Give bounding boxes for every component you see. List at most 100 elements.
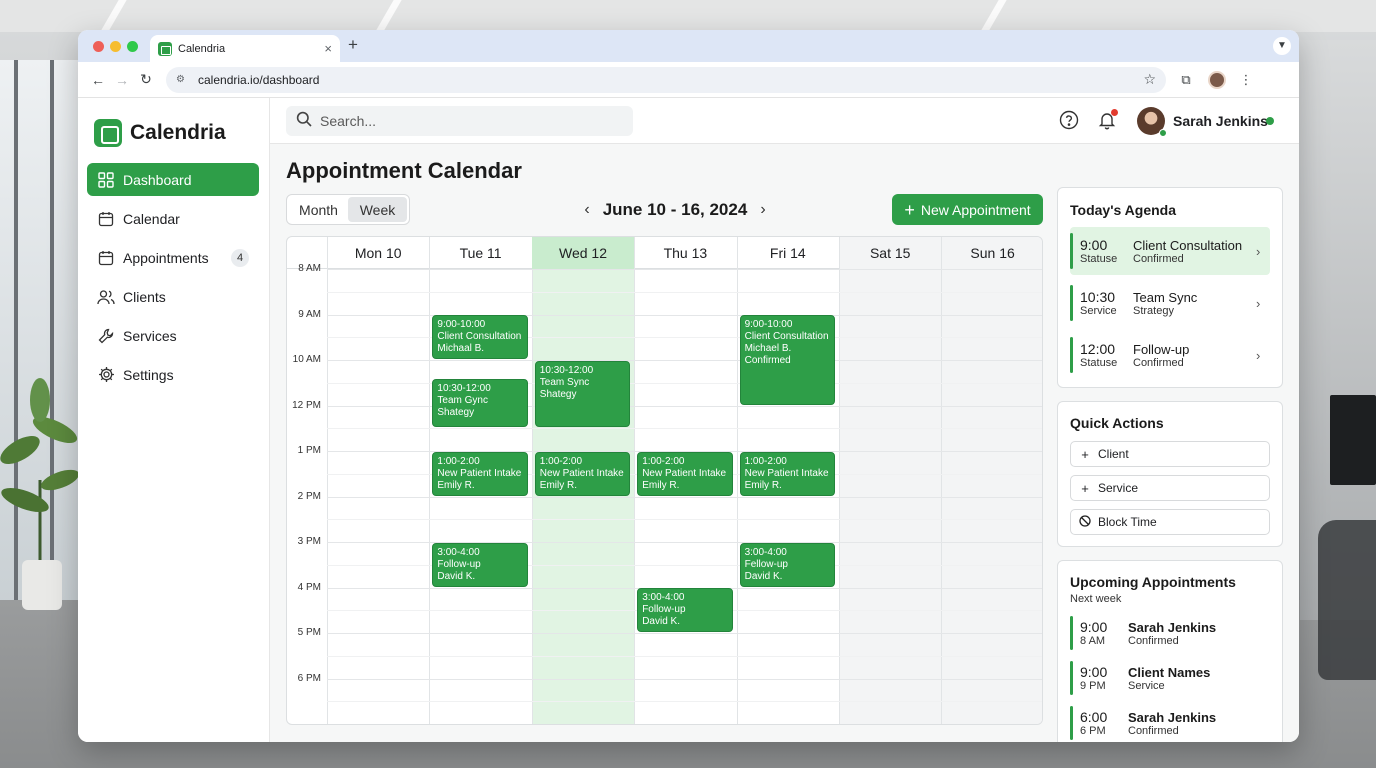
appointment-event[interactable]: 3:00-4:00 Follow-up David K. bbox=[637, 588, 733, 632]
back-arrow-icon[interactable]: ← bbox=[86, 72, 110, 88]
more-menu-icon[interactable]: ⋮ bbox=[1232, 72, 1260, 88]
site-settings-icon[interactable]: ⚙ bbox=[176, 74, 190, 85]
month-view-button[interactable]: Month bbox=[289, 197, 348, 222]
add-client-button[interactable]: + Client bbox=[1070, 441, 1270, 467]
sidebar-item-services[interactable]: Services bbox=[87, 319, 259, 352]
agenda-time: 9:00 bbox=[1080, 237, 1108, 253]
bookmark-star-icon[interactable]: ☆ bbox=[1143, 71, 1156, 88]
hour-gridline bbox=[327, 678, 1042, 680]
day-header[interactable]: Sun 16 bbox=[941, 237, 1042, 269]
event-text: New Patient Intake bbox=[642, 467, 727, 479]
background-monitor bbox=[1330, 395, 1376, 485]
panel-title: Quick Actions bbox=[1070, 415, 1164, 431]
event-text: 10:30-12:00 bbox=[539, 364, 594, 376]
day-column[interactable] bbox=[941, 237, 1042, 724]
new-appointment-button[interactable]: + New Appointment bbox=[892, 194, 1043, 225]
user-name[interactable]: Sarah Jenkins bbox=[1173, 113, 1268, 129]
chevron-right-icon: › bbox=[1256, 295, 1261, 311]
help-icon[interactable] bbox=[1059, 110, 1081, 132]
add-service-button[interactable]: + Service bbox=[1070, 475, 1270, 501]
week-view-button[interactable]: Week bbox=[348, 197, 407, 222]
browser-tab[interactable]: Calendria × bbox=[150, 35, 340, 62]
upcoming-name: Client Names bbox=[1128, 664, 1211, 680]
agenda-title: Team Sync bbox=[1133, 289, 1198, 305]
background-ceiling bbox=[0, 0, 1376, 32]
search-input[interactable] bbox=[320, 113, 620, 129]
day-column[interactable] bbox=[839, 237, 942, 724]
sidebar-item-calendar[interactable]: Calendar bbox=[87, 202, 259, 235]
upcoming-accent-bar bbox=[1070, 616, 1073, 650]
appointment-event[interactable]: 1:00-2:00 New Patient Intake Emily R. bbox=[534, 451, 631, 496]
sidebar-item-dashboard[interactable]: Dashboard bbox=[87, 163, 259, 196]
agenda-item[interactable]: 12:00 Statuse Follow-up Confirmed › bbox=[1070, 331, 1270, 379]
event-text: 3:00-4:00 bbox=[642, 592, 685, 603]
close-tab-icon[interactable]: × bbox=[324, 41, 332, 56]
close-window-button[interactable] bbox=[93, 41, 104, 52]
reload-icon[interactable]: ↻ bbox=[134, 71, 158, 88]
upcoming-item[interactable]: 6:00 6 PM Sarah Jenkins Confirmed bbox=[1070, 703, 1270, 742]
agenda-item[interactable]: 9:00 Statuse Client Consultation Confirmed… bbox=[1070, 227, 1270, 275]
event-text: Emily R. bbox=[642, 479, 680, 491]
chevron-down-icon[interactable]: ▼ bbox=[1273, 37, 1291, 55]
appointment-event[interactable]: 1:00-2:00 New Patient Intake Emily R. bbox=[637, 451, 733, 496]
appointment-event[interactable]: 3:00-4:00 Follow-up David K. bbox=[432, 542, 528, 587]
sidebar-item-label: Clients bbox=[123, 288, 166, 305]
sidebar-item-settings[interactable]: Settings bbox=[87, 358, 259, 391]
day-column[interactable] bbox=[327, 237, 429, 724]
week-navigator: ‹ June 10 - 16, 2024 › bbox=[580, 198, 770, 222]
appointment-event[interactable]: 1:00-2:00 New Patient Intake Emily R. bbox=[432, 451, 528, 496]
block-time-button[interactable]: Block Time bbox=[1070, 509, 1270, 535]
event-text: David K. bbox=[744, 570, 783, 582]
appointments-count-badge: 4 bbox=[231, 248, 249, 267]
sidebar-item-label: Settings bbox=[123, 366, 174, 383]
forward-arrow-icon[interactable]: → bbox=[110, 72, 134, 88]
browser-profile-avatar[interactable] bbox=[1208, 70, 1226, 89]
appointment-event[interactable]: 1:00-2:00 New Patient Intake Emily R. bbox=[739, 451, 835, 496]
day-header[interactable]: Sat 15 bbox=[839, 237, 941, 269]
app-logo[interactable]: Calendria bbox=[78, 98, 269, 154]
sidebar-item-clients[interactable]: Clients bbox=[87, 280, 259, 313]
next-week-icon[interactable]: › bbox=[756, 201, 770, 219]
week-range-label: June 10 - 16, 2024 bbox=[602, 200, 748, 219]
upcoming-accent-bar bbox=[1070, 706, 1073, 740]
online-status-dot bbox=[1266, 117, 1274, 125]
upcoming-name: Sarah Jenkins bbox=[1128, 709, 1217, 725]
appointment-event[interactable]: 9:00-10:00 Client Consultation Michael B. C… bbox=[739, 315, 835, 405]
previous-week-icon[interactable]: ‹ bbox=[580, 201, 594, 219]
upcoming-status: Service bbox=[1128, 679, 1165, 692]
minimize-window-button[interactable] bbox=[110, 41, 121, 52]
tab-title: Calendria bbox=[178, 42, 226, 55]
hour-gridline bbox=[327, 269, 1042, 270]
day-header[interactable]: Thu 13 bbox=[634, 237, 736, 269]
new-tab-button[interactable]: + bbox=[348, 35, 358, 55]
upcoming-item[interactable]: 9:00 9 PM Client Names Service bbox=[1070, 658, 1270, 698]
appointment-event[interactable]: 10:30-12:00 Team Sync Shategy bbox=[534, 360, 631, 428]
maximize-window-button[interactable] bbox=[127, 41, 138, 52]
sidebar-item-appointments[interactable]: Appointments 4 bbox=[87, 241, 259, 274]
appointment-event[interactable]: 10:30-12:00 Team Gync Shategy bbox=[432, 378, 528, 428]
upcoming-item[interactable]: 9:00 8 AM Sarah Jenkins Confirmed bbox=[1070, 613, 1270, 653]
half-hour-gridline bbox=[327, 291, 1042, 293]
plus-icon: + bbox=[904, 199, 915, 220]
search-box[interactable] bbox=[286, 106, 633, 136]
upcoming-time: 9:00 bbox=[1080, 664, 1108, 680]
half-hour-gridline bbox=[327, 519, 1042, 521]
appointment-event[interactable]: 3:00-4:00 Fellow-up David K. bbox=[739, 542, 835, 587]
day-header[interactable]: Mon 10 bbox=[327, 237, 429, 269]
upcoming-accent-bar bbox=[1070, 661, 1073, 695]
address-bar[interactable]: ⚙ calendria.io/dashboard ☆ bbox=[166, 66, 1166, 93]
day-header[interactable]: Tue 11 bbox=[429, 237, 531, 269]
hour-label: 8 AM bbox=[298, 263, 321, 274]
day-header[interactable]: Fri 14 bbox=[737, 237, 839, 269]
half-hour-gridline bbox=[327, 655, 1042, 657]
day-header[interactable]: Wed 12 bbox=[531, 237, 635, 269]
appointment-event[interactable]: 9:00-10:00 Client Consultation Michaal B. bbox=[432, 315, 528, 359]
upcoming-sub: 6 PM bbox=[1080, 725, 1106, 737]
agenda-item[interactable]: 10:30 Service Team Sync Strategy › bbox=[1070, 279, 1270, 327]
calendar-logo-icon bbox=[94, 119, 122, 147]
notification-dot bbox=[1111, 109, 1118, 116]
hour-label: 1 PM bbox=[297, 445, 321, 456]
hour-label: 12 PM bbox=[292, 399, 321, 411]
extensions-icon[interactable]: ⧉ bbox=[1172, 72, 1200, 88]
sidebar-item-label: Appointments bbox=[123, 249, 209, 266]
